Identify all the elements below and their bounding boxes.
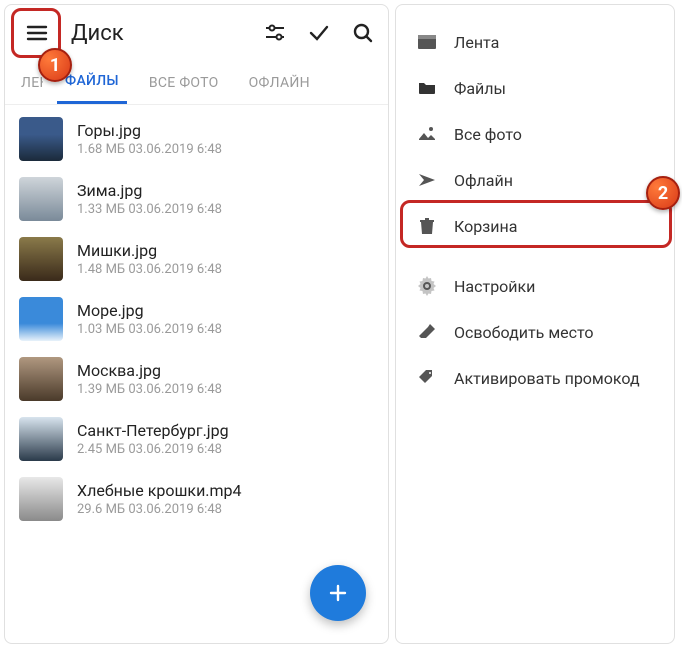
file-row[interactable]: Москва.jpg 1.39 МБ 03.06.2019 6:48: [5, 349, 388, 409]
file-meta: 29.6 МБ 03.06.2019 6:48: [77, 502, 242, 517]
filter-button[interactable]: [262, 20, 288, 46]
drawer-item-trash[interactable]: Корзина: [396, 203, 674, 249]
file-name: Санкт-Петербург.jpg: [77, 421, 229, 440]
file-row[interactable]: Санкт-Петербург.jpg 2.45 МБ 03.06.2019 6…: [5, 409, 388, 469]
file-info: Санкт-Петербург.jpg 2.45 МБ 03.06.2019 6…: [77, 421, 229, 457]
eraser-icon: [416, 321, 438, 343]
file-row[interactable]: Зима.jpg 1.33 МБ 03.06.2019 6:48: [5, 169, 388, 229]
main-panel: Диск ЛЕНТА ФАЙЛЫ ВСЕ ФОТО ОФЛАЙН: [4, 4, 389, 644]
file-thumbnail: [19, 177, 63, 221]
drawer-label: Все фото: [454, 125, 522, 144]
drawer-label: Офлайн: [454, 171, 513, 190]
file-thumbnail: [19, 297, 63, 341]
drawer-item-settings[interactable]: Настройки: [396, 263, 674, 309]
add-button[interactable]: [310, 565, 366, 621]
drawer-item-offline[interactable]: Офлайн: [396, 157, 674, 203]
file-info: Зима.jpg 1.33 МБ 03.06.2019 6:48: [77, 181, 222, 217]
file-info: Хлебные крошки.mp4 29.6 МБ 03.06.2019 6:…: [77, 481, 242, 517]
drawer-separator: [396, 249, 674, 263]
drawer-item-photos[interactable]: Все фото: [396, 111, 674, 157]
sliders-icon: [263, 21, 287, 45]
file-info: Мишки.jpg 1.48 МБ 03.06.2019 6:48: [77, 241, 222, 277]
tab-feed[interactable]: ЛЕНТА: [13, 61, 43, 104]
app-title: Диск: [71, 21, 248, 46]
drawer-label: Настройки: [454, 277, 535, 296]
file-info: Море.jpg 1.03 МБ 03.06.2019 6:48: [77, 301, 222, 337]
folder-icon: [416, 77, 438, 99]
drawer-panel: Лента Файлы Все фото Офлайн: [395, 4, 675, 644]
file-row[interactable]: Море.jpg 1.03 МБ 03.06.2019 6:48: [5, 289, 388, 349]
file-meta: 1.48 МБ 03.06.2019 6:48: [77, 262, 222, 277]
tab-photos[interactable]: ВСЕ ФОТО: [141, 61, 227, 104]
check-icon: [307, 21, 331, 45]
file-thumbnail: [19, 237, 63, 281]
tab-files[interactable]: ФАЙЛЫ: [57, 61, 127, 104]
drawer-label: Активировать промокод: [454, 369, 640, 388]
file-meta: 1.03 МБ 03.06.2019 6:48: [77, 322, 222, 337]
drawer-label: Файлы: [454, 79, 506, 98]
file-list: Горы.jpg 1.68 МБ 03.06.2019 6:48 Зима.jp…: [5, 105, 388, 533]
feed-icon: [416, 31, 438, 53]
file-row[interactable]: Хлебные крошки.mp4 29.6 МБ 03.06.2019 6:…: [5, 469, 388, 529]
file-thumbnail: [19, 117, 63, 161]
tag-icon: [416, 367, 438, 389]
file-row[interactable]: Мишки.jpg 1.48 МБ 03.06.2019 6:48: [5, 229, 388, 289]
select-button[interactable]: [306, 20, 332, 46]
drawer-item-files[interactable]: Файлы: [396, 65, 674, 111]
file-name: Зима.jpg: [77, 181, 222, 200]
file-meta: 1.68 МБ 03.06.2019 6:48: [77, 142, 222, 157]
plus-icon: [326, 581, 350, 605]
file-row[interactable]: Горы.jpg 1.68 МБ 03.06.2019 6:48: [5, 109, 388, 169]
drawer-item-promo[interactable]: Активировать промокод: [396, 355, 674, 401]
file-thumbnail: [19, 357, 63, 401]
drawer-item-feed[interactable]: Лента: [396, 19, 674, 65]
drawer-label: Освободить место: [454, 323, 594, 342]
tabs: ЛЕНТА ФАЙЛЫ ВСЕ ФОТО ОФЛАЙН: [5, 61, 388, 105]
file-name: Москва.jpg: [77, 361, 222, 380]
trash-icon: [416, 215, 438, 237]
gear-icon: [416, 275, 438, 297]
file-name: Море.jpg: [77, 301, 222, 320]
file-meta: 1.33 МБ 03.06.2019 6:48: [77, 202, 222, 217]
file-name: Горы.jpg: [77, 121, 222, 140]
menu-button[interactable]: [17, 13, 57, 53]
topbar-actions: [262, 20, 376, 46]
file-meta: 1.39 МБ 03.06.2019 6:48: [77, 382, 222, 397]
airplane-icon: [416, 169, 438, 191]
tab-offline[interactable]: ОФЛАЙН: [241, 61, 318, 104]
search-button[interactable]: [350, 20, 376, 46]
file-thumbnail: [19, 417, 63, 461]
file-meta: 2.45 МБ 03.06.2019 6:48: [77, 442, 229, 457]
file-info: Москва.jpg 1.39 МБ 03.06.2019 6:48: [77, 361, 222, 397]
hamburger-icon: [25, 21, 49, 45]
file-thumbnail: [19, 477, 63, 521]
file-name: Мишки.jpg: [77, 241, 222, 260]
drawer-item-free-space[interactable]: Освободить место: [396, 309, 674, 355]
file-name: Хлебные крошки.mp4: [77, 481, 242, 500]
topbar: Диск: [5, 5, 388, 61]
drawer-menu: Лента Файлы Все фото Офлайн: [396, 5, 674, 415]
file-info: Горы.jpg 1.68 МБ 03.06.2019 6:48: [77, 121, 222, 157]
image-icon: [416, 123, 438, 145]
search-icon: [351, 21, 375, 45]
drawer-label: Лента: [454, 33, 499, 52]
drawer-label: Корзина: [454, 217, 517, 236]
